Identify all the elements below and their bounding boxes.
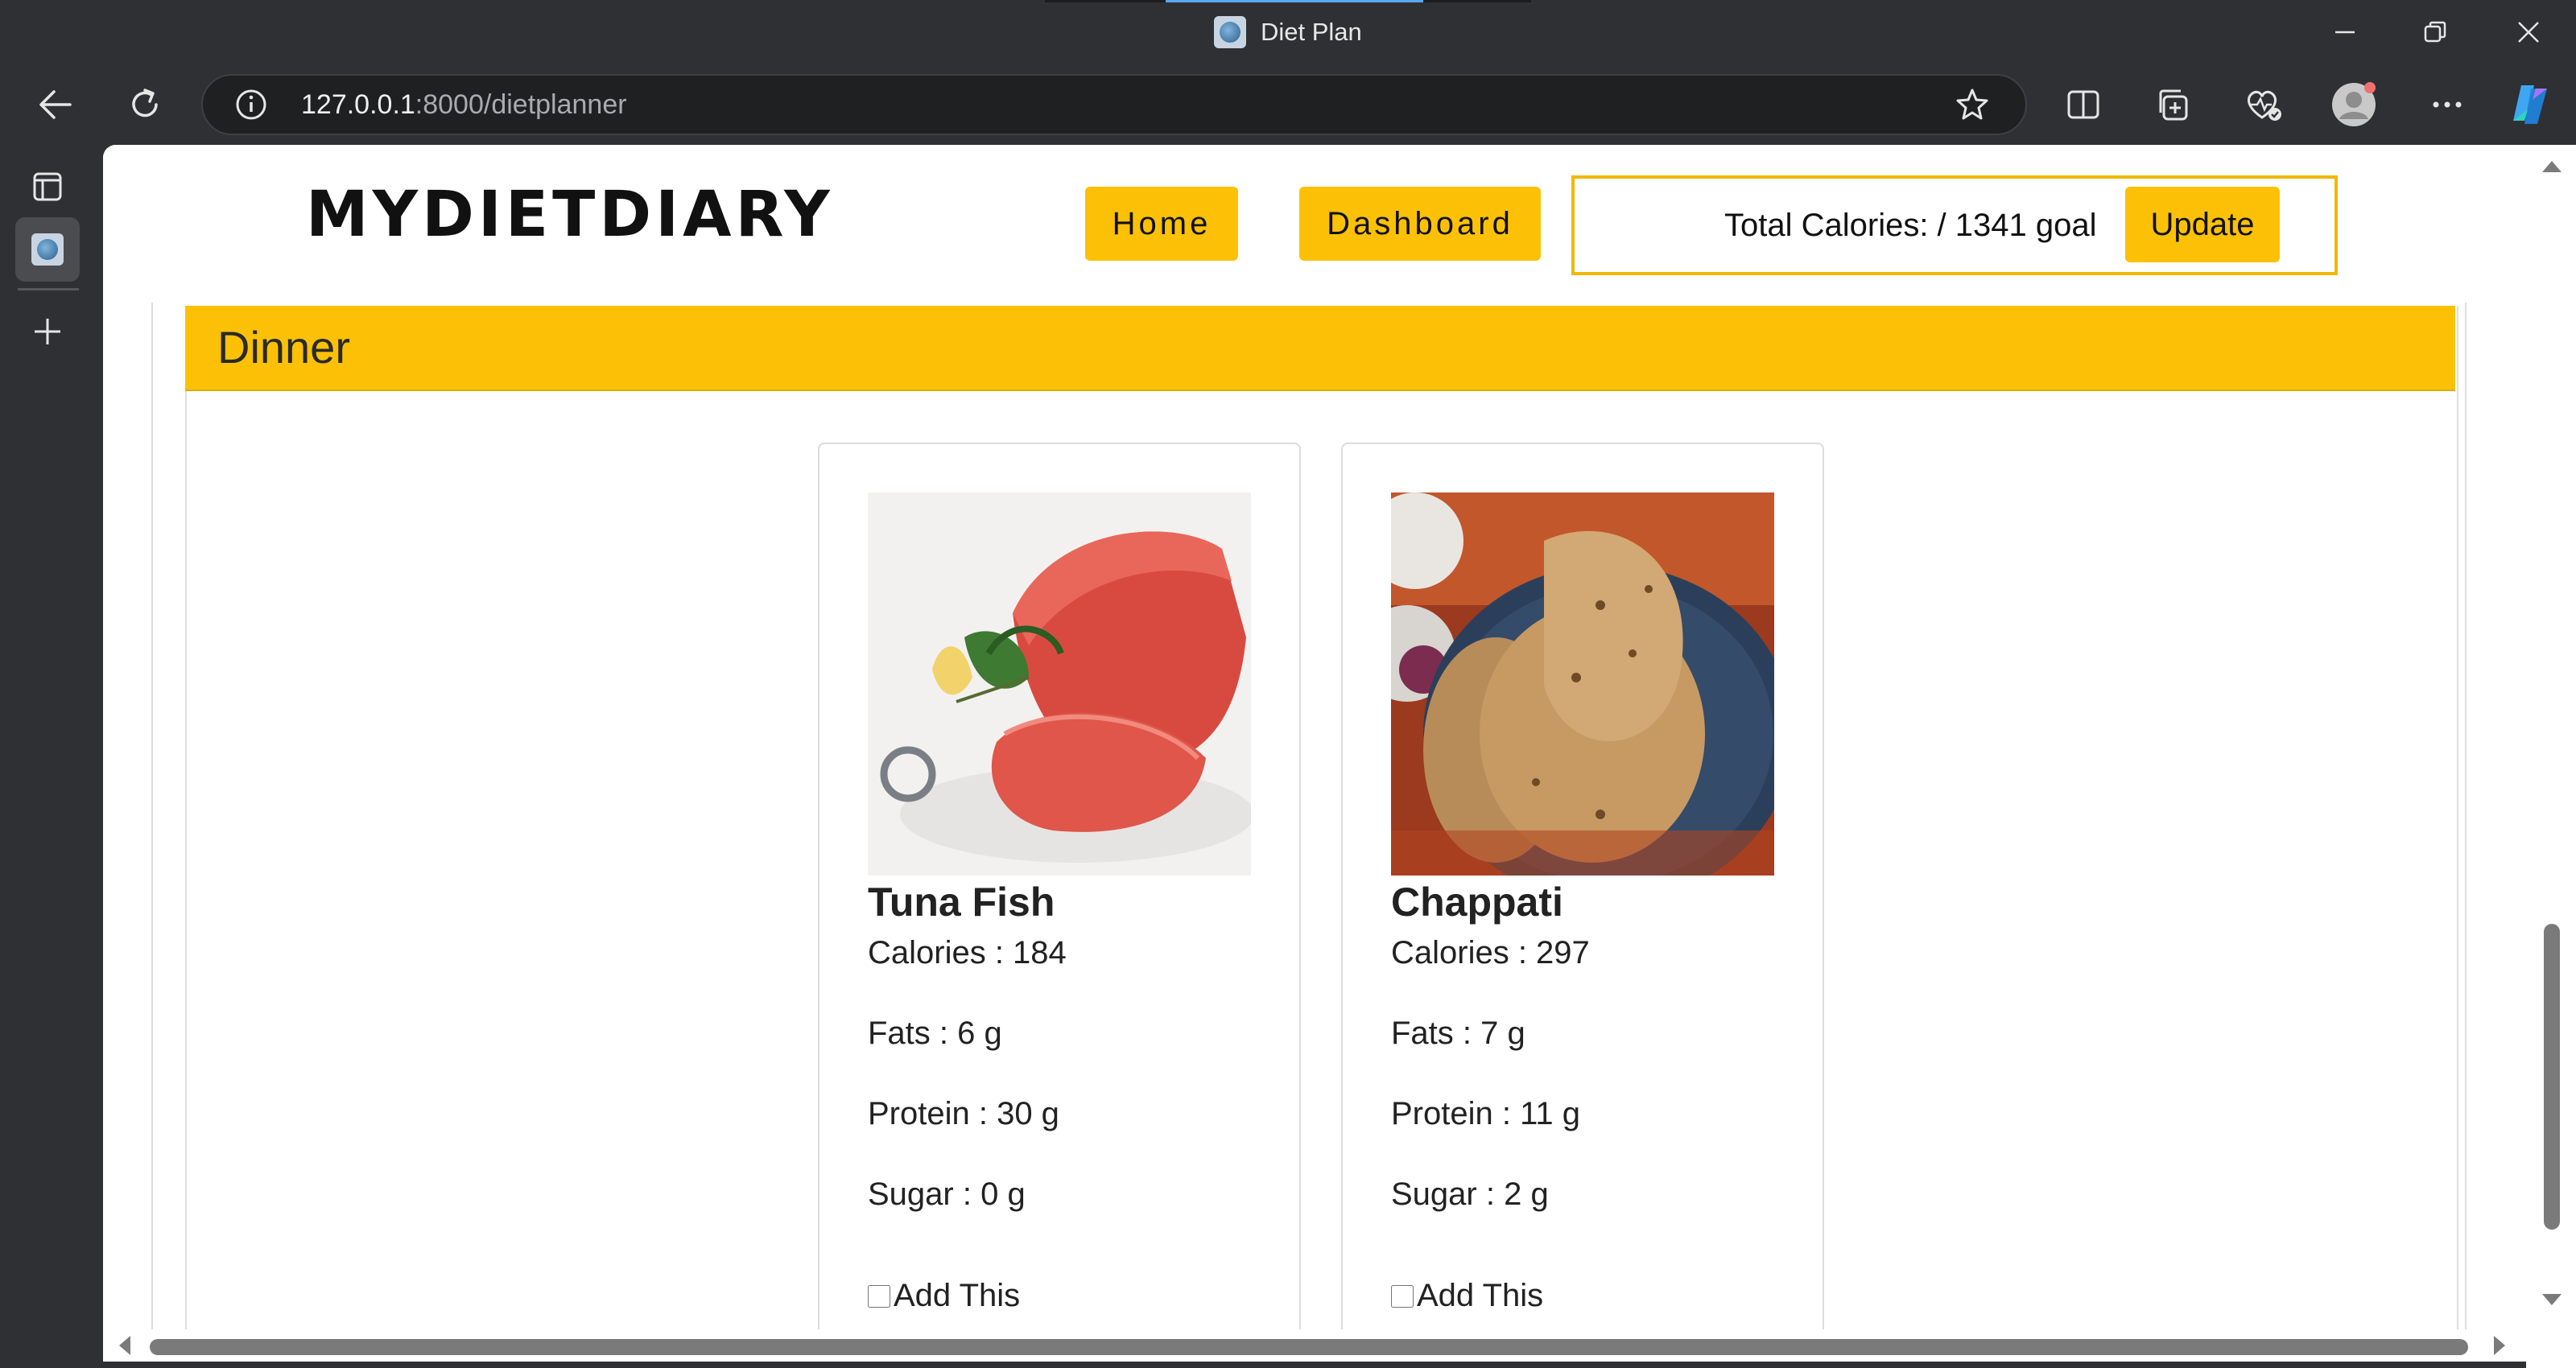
url-path: :8000/dietplanner <box>415 89 627 120</box>
tuna-fish-image <box>868 492 1251 876</box>
address-bar[interactable]: 127.0.0.1:8000/dietplanner <box>201 74 2027 135</box>
section-title: Dinner <box>217 322 350 373</box>
url-host: 127.0.0.1 <box>301 89 415 120</box>
site-favicon-icon <box>1214 16 1246 48</box>
site-navbar: MYDIETDIARY Home Dashboard Total Calorie… <box>103 145 2526 303</box>
url-text[interactable]: 127.0.0.1:8000/dietplanner <box>301 76 627 134</box>
scroll-left-icon[interactable] <box>119 1336 130 1355</box>
food-calories: Calories : 184 <box>868 935 1067 970</box>
add-this-option[interactable]: Add This <box>868 1278 1020 1314</box>
vertical-scrollbar[interactable] <box>2526 145 2576 1368</box>
food-calories: Calories : 297 <box>1391 935 1590 970</box>
page-viewport: Dinner Tuna Fish Calories : 184 Fats : 6… <box>103 145 2526 1362</box>
dinner-panel <box>185 306 2458 1362</box>
food-card: Tuna Fish Calories : 184 Fats : 6 g Prot… <box>818 443 1301 1362</box>
info-icon[interactable] <box>235 89 267 121</box>
food-protein: Protein : 30 g <box>868 1096 1059 1131</box>
sidebar-active-tab[interactable] <box>15 217 80 282</box>
scroll-up-icon[interactable] <box>2542 161 2562 172</box>
horizontal-scrollbar[interactable] <box>103 1329 2526 1362</box>
browser-toolbar: 127.0.0.1:8000/dietplanner <box>0 64 2576 145</box>
tab-actions-icon[interactable] <box>15 155 80 219</box>
sidebar-divider <box>18 288 79 290</box>
add-this-option[interactable]: Add This <box>1391 1278 1543 1314</box>
home-button[interactable]: Home <box>1085 187 1238 261</box>
star-icon[interactable] <box>1955 87 1990 122</box>
browser-essentials-icon[interactable] <box>2238 79 2289 130</box>
add-this-checkbox[interactable] <box>868 1284 890 1308</box>
dashboard-button[interactable]: Dashboard <box>1299 187 1541 261</box>
total-calories-text: Total Calories: / 1341 goal <box>1724 208 2097 243</box>
food-name: Tuna Fish <box>868 880 1055 925</box>
food-fats: Fats : 6 g <box>868 1016 1002 1051</box>
tab-title: Diet Plan <box>1261 18 1362 46</box>
copilot-icon[interactable] <box>2505 79 2557 130</box>
scroll-down-icon[interactable] <box>2542 1294 2562 1305</box>
vertical-tab-sidebar <box>0 145 101 1368</box>
update-button[interactable]: Update <box>2125 187 2280 262</box>
section-header: Dinner <box>185 306 2455 391</box>
refresh-icon[interactable] <box>117 76 173 133</box>
site-logo[interactable]: MYDIETDIARY <box>306 179 834 251</box>
active-tab[interactable]: Diet Plan <box>1214 14 1362 50</box>
food-card: Chappati Calories : 297 Fats : 7 g Prote… <box>1341 443 1824 1362</box>
window-titlebar: Diet Plan <box>0 0 2576 64</box>
restore-icon[interactable] <box>2399 10 2471 55</box>
add-this-label: Add This <box>1417 1278 1544 1313</box>
site-favicon-icon <box>31 233 64 266</box>
tab-strip-indicator <box>1045 0 1531 2</box>
collections-icon[interactable] <box>2148 79 2199 130</box>
profile-icon[interactable] <box>2328 79 2380 130</box>
food-name: Chappati <box>1391 880 1563 925</box>
calorie-summary: Total Calories: / 1341 goal Update <box>1571 175 2338 275</box>
scroll-right-icon[interactable] <box>2494 1336 2505 1355</box>
split-screen-icon[interactable] <box>2058 79 2109 130</box>
food-sugar: Sugar : 0 g <box>868 1176 1026 1212</box>
chappati-image <box>1391 492 1774 876</box>
add-this-checkbox[interactable] <box>1391 1284 1414 1308</box>
close-icon[interactable] <box>2492 10 2565 55</box>
vertical-scroll-thumb[interactable] <box>2544 924 2560 1230</box>
add-this-label: Add This <box>894 1278 1021 1313</box>
new-tab-icon[interactable] <box>15 299 80 364</box>
food-protein: Protein : 11 g <box>1391 1096 1580 1131</box>
minimize-icon[interactable] <box>2309 10 2381 55</box>
food-fats: Fats : 7 g <box>1391 1016 1525 1051</box>
more-icon[interactable] <box>2421 79 2473 130</box>
horizontal-scroll-thumb[interactable] <box>150 1339 2468 1355</box>
back-icon[interactable] <box>27 76 84 133</box>
food-sugar: Sugar : 2 g <box>1391 1176 1549 1212</box>
